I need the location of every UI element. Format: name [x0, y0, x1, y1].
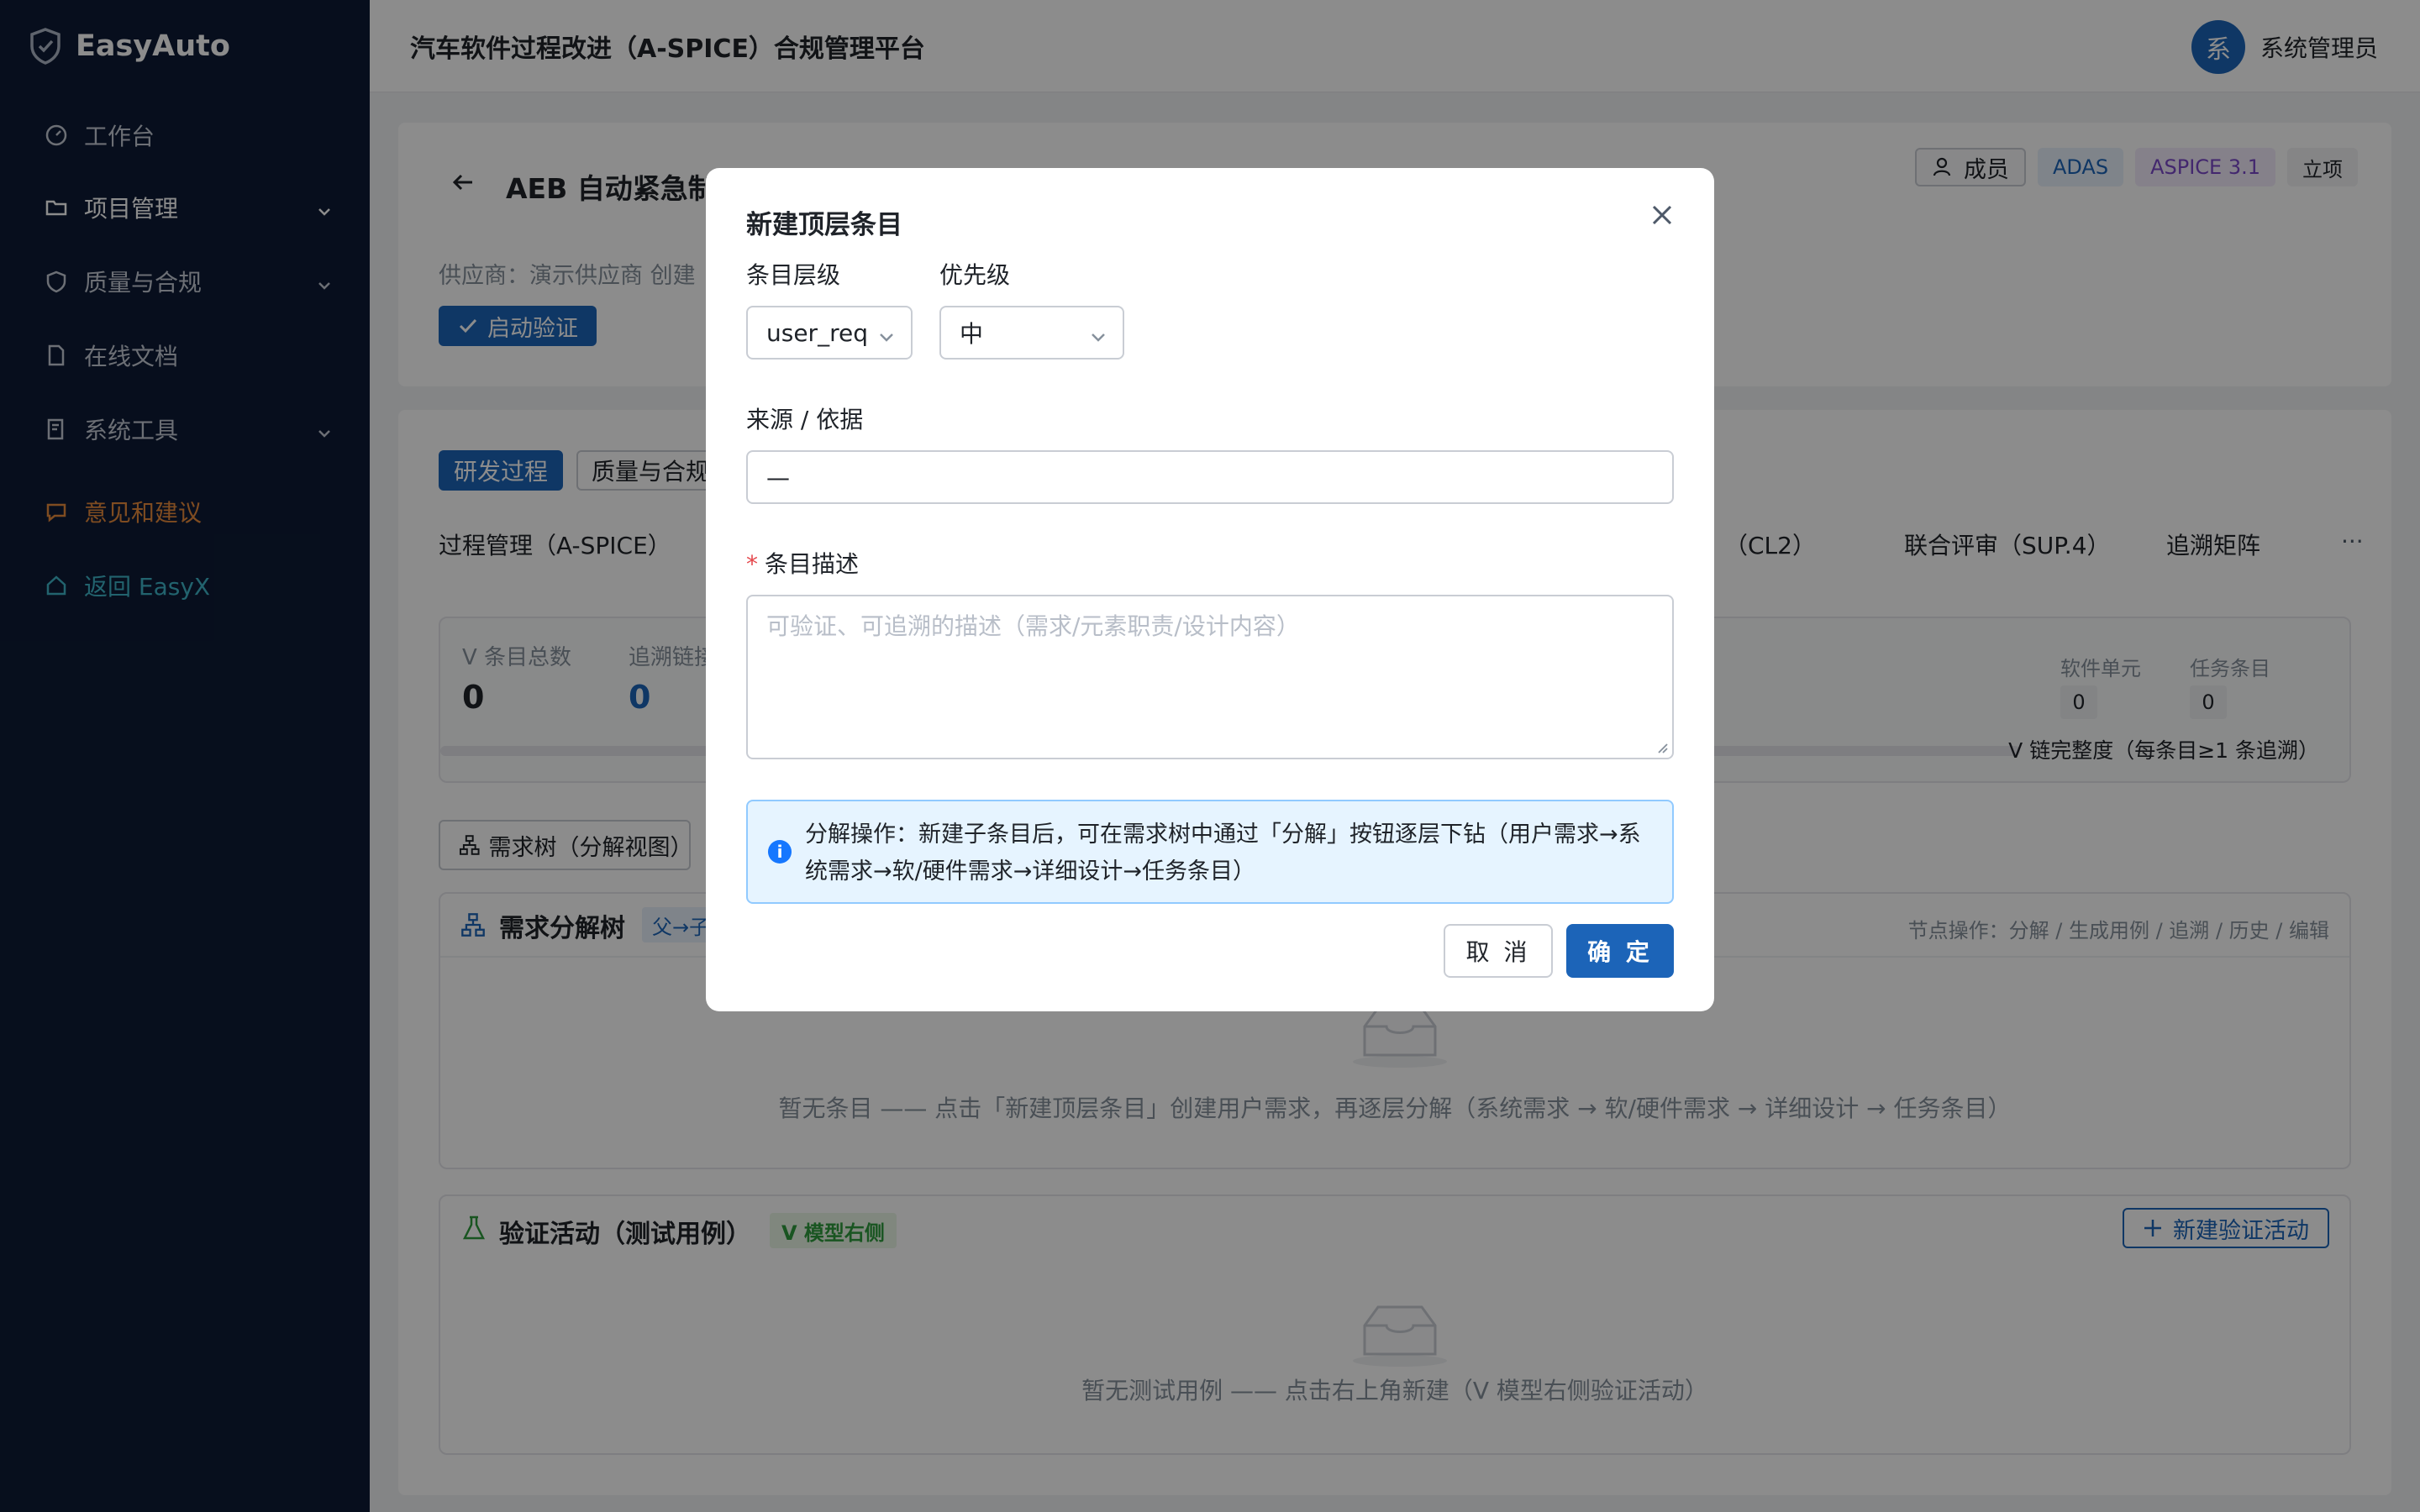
source-label: 来源 / 依据	[746, 406, 864, 433]
description-label: * 条目描述	[746, 546, 859, 580]
description-textarea[interactable]: 可验证、可追溯的描述（需求/元素职责/设计内容）	[746, 595, 1674, 759]
required-star: *	[746, 550, 758, 578]
info-icon: i	[768, 840, 792, 864]
info-text: 分解操作：新建子条目后，可在需求树中通过「分解」按钮逐层下钻（用户需求→系统需求…	[805, 822, 1641, 885]
description-label-text: 条目描述	[765, 550, 860, 578]
cancel-button[interactable]: 取 消	[1444, 924, 1553, 978]
source-input[interactable]: —	[746, 450, 1674, 504]
source-input-value: —	[766, 463, 790, 491]
decompose-info-alert: i 分解操作：新建子条目后，可在需求树中通过「分解」按钮逐层下钻（用户需求→系统…	[746, 800, 1674, 904]
level-label: 条目层级	[746, 261, 841, 289]
priority-select-value: 中	[960, 320, 984, 348]
priority-label: 优先级	[939, 261, 1011, 289]
chevron-down-icon	[1089, 324, 1107, 352]
dialog-title: 新建顶层条目	[746, 210, 902, 240]
description-placeholder: 可验证、可追溯的描述（需求/元素职责/设计内容）	[766, 612, 1300, 640]
close-icon[interactable]	[1645, 198, 1679, 232]
confirm-button[interactable]: 确 定	[1566, 924, 1674, 978]
priority-select[interactable]: 中	[939, 306, 1124, 360]
chevron-down-icon	[877, 324, 896, 352]
resize-handle-icon[interactable]	[1655, 741, 1669, 754]
new-top-item-dialog: 新建顶层条目 条目层级 优先级 user_req 中 来源 / 依据 — * 条目…	[706, 168, 1714, 1011]
level-select-value: user_req	[766, 318, 868, 347]
level-select[interactable]: user_req	[746, 306, 913, 360]
